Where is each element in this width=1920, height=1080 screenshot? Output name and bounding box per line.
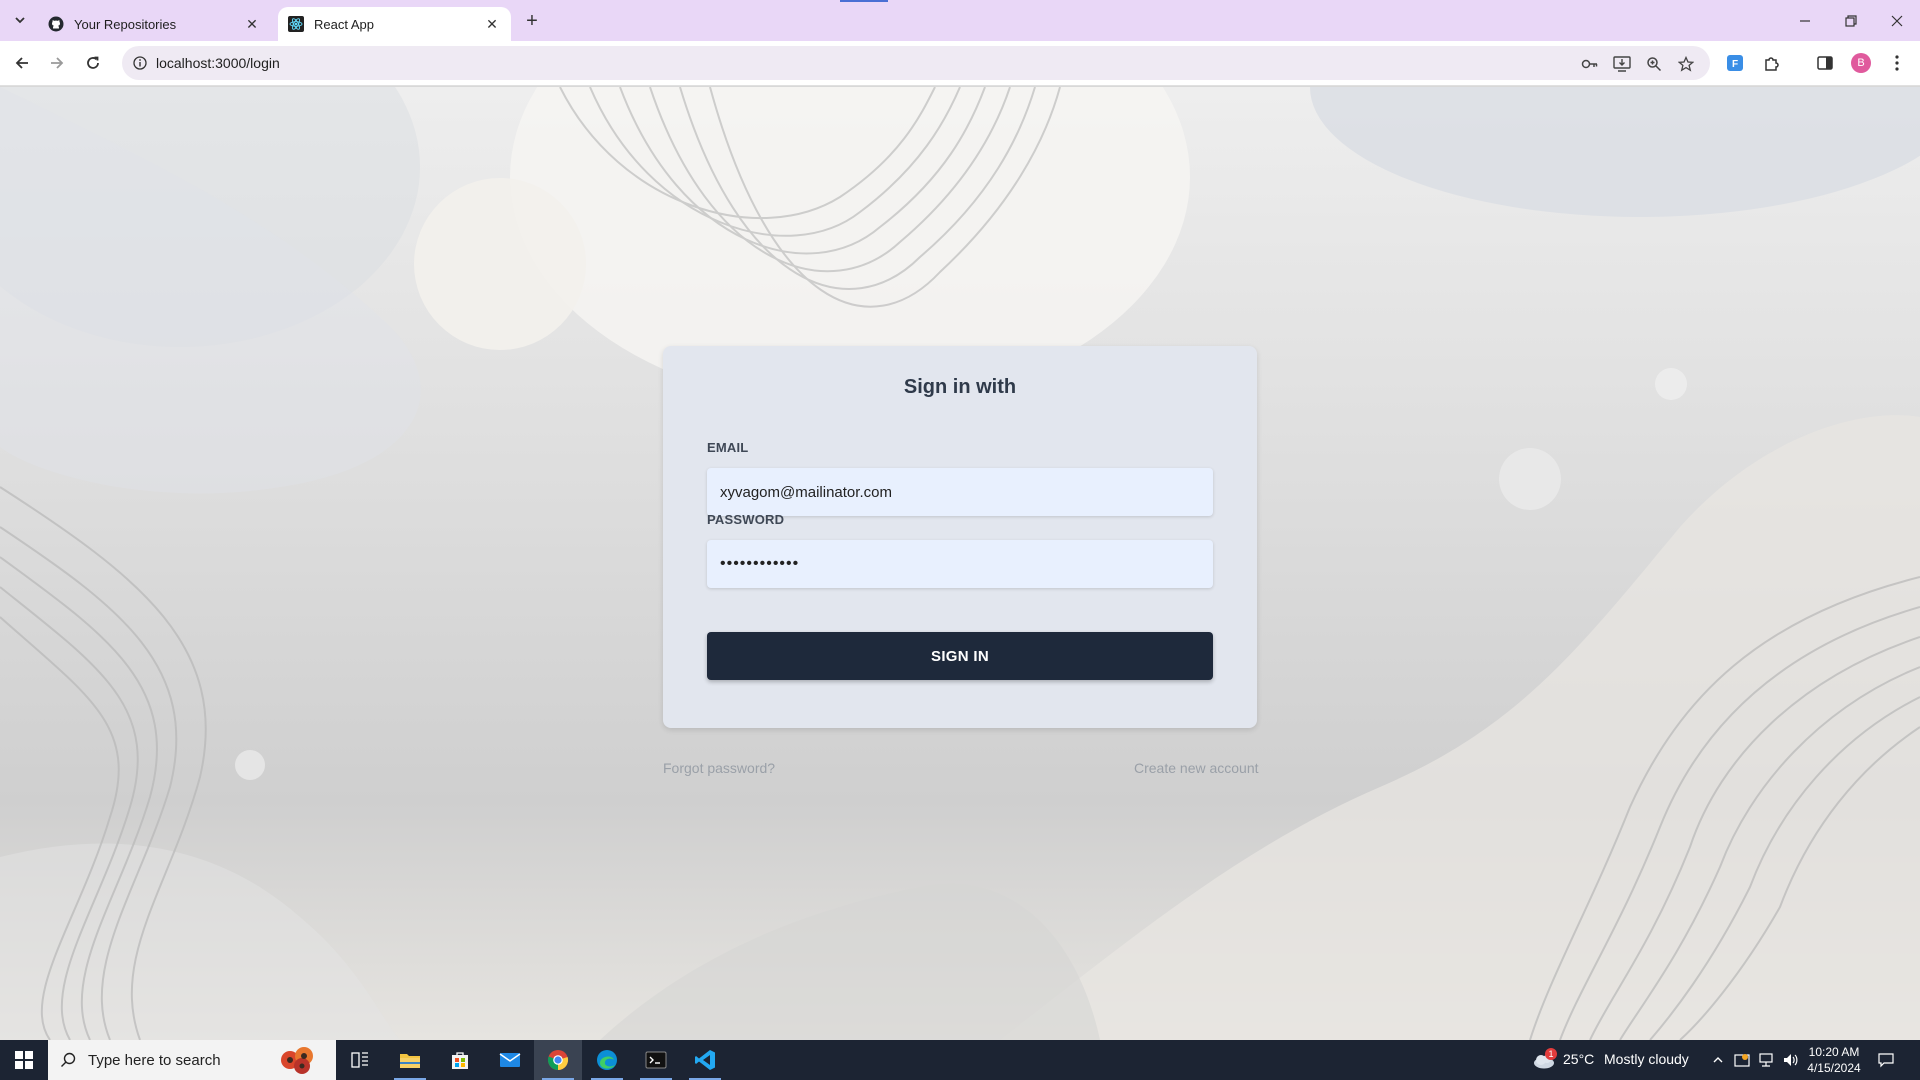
arrow-left-icon: [15, 57, 28, 69]
microsoft-store-app[interactable]: [436, 1040, 484, 1080]
clock-date: 4/15/2024: [1807, 1061, 1861, 1075]
install-app-icon[interactable]: [1611, 53, 1633, 75]
close-tab-icon[interactable]: ✕: [243, 15, 261, 33]
tab-your-repositories[interactable]: Your Repositories ✕: [38, 7, 271, 41]
extension-translate-icon[interactable]: F: [1723, 51, 1747, 75]
chevron-down-icon: [15, 17, 25, 24]
create-account-link[interactable]: Create new account: [1134, 760, 1259, 776]
email-label: EMAIL: [707, 440, 749, 455]
password-field[interactable]: [707, 540, 1213, 588]
restore-button[interactable]: [1828, 0, 1874, 41]
address-bar[interactable]: localhost:3000/login: [122, 46, 1710, 80]
tab-title: React App: [314, 16, 374, 32]
volume-icon[interactable]: [1780, 1050, 1800, 1070]
url-text: localhost:3000/login: [156, 55, 280, 71]
login-card: Sign in with EMAIL PASSWORD SIGN IN: [663, 346, 1257, 728]
notifications-icon[interactable]: [1876, 1050, 1896, 1070]
close-window-button[interactable]: [1874, 0, 1920, 41]
minimize-icon: [1800, 19, 1810, 22]
chrome-app[interactable]: [534, 1040, 582, 1080]
extensions-puzzle-icon[interactable]: [1760, 51, 1784, 75]
tab-loading-indicator: [840, 0, 888, 2]
system-clock[interactable]: 10:20 AM 4/15/2024: [1804, 1044, 1864, 1076]
reload-button[interactable]: [79, 49, 107, 77]
avatar: B: [1851, 53, 1871, 73]
windows-taskbar: Type here to search 1 25°C Mostly cloudy: [0, 1040, 1920, 1080]
search-placeholder: Type here to search: [88, 1051, 221, 1069]
terminal-app[interactable]: [632, 1040, 680, 1080]
forgot-password-link[interactable]: Forgot password?: [663, 760, 775, 776]
weather-badge: 1: [1545, 1048, 1557, 1060]
react-icon: [288, 16, 304, 32]
arrow-right-icon: [51, 57, 64, 69]
mail-icon: [499, 1053, 521, 1067]
task-view-icon: [351, 1052, 368, 1068]
search-highlight-icon: [281, 1047, 313, 1074]
taskbar-search[interactable]: Type here to search: [48, 1040, 336, 1080]
browser-toolbar: localhost:3000/login F B: [0, 41, 1920, 86]
edge-icon: [597, 1050, 617, 1070]
weather-condition[interactable]: Mostly cloudy: [1604, 1051, 1689, 1067]
tab-search-button[interactable]: [8, 8, 32, 32]
mail-app[interactable]: [486, 1040, 534, 1080]
password-label: PASSWORD: [707, 512, 785, 527]
close-icon: [1891, 15, 1903, 26]
tab-strip: Your Repositories ✕ React App ✕ +: [0, 0, 1920, 41]
site-info-icon[interactable]: [130, 53, 150, 73]
new-tab-button[interactable]: +: [519, 8, 545, 34]
chrome-icon: [547, 1050, 569, 1071]
search-icon: [48, 1052, 88, 1068]
svg-text:F: F: [1732, 59, 1738, 70]
login-title: Sign in with: [903, 376, 1017, 398]
terminal-icon: [645, 1051, 667, 1069]
forward-button[interactable]: [43, 49, 71, 77]
github-icon: [48, 16, 64, 32]
edge-app[interactable]: [583, 1040, 631, 1080]
start-button[interactable]: [0, 1040, 48, 1080]
weather-temperature[interactable]: 25°C: [1563, 1051, 1594, 1067]
network-icon[interactable]: [1756, 1050, 1776, 1070]
close-tab-icon[interactable]: ✕: [483, 15, 501, 33]
minimize-button[interactable]: [1782, 0, 1828, 41]
file-explorer-app[interactable]: [386, 1040, 434, 1080]
restore-icon: [1845, 14, 1857, 27]
email-field[interactable]: [707, 468, 1213, 516]
folder-icon: [400, 1054, 420, 1068]
reload-icon: [87, 56, 99, 69]
tab-title: Your Repositories: [74, 16, 177, 32]
store-bag-icon: [452, 1052, 468, 1069]
side-panel-icon[interactable]: [1813, 51, 1837, 75]
clock-time: 10:20 AM: [1808, 1045, 1860, 1059]
bookmark-star-icon[interactable]: [1675, 53, 1697, 75]
zoom-icon[interactable]: [1643, 53, 1665, 75]
vscode-icon: [695, 1050, 715, 1070]
sign-in-button[interactable]: SIGN IN: [707, 632, 1213, 680]
chevron-up-icon[interactable]: [1708, 1050, 1728, 1070]
windows-logo-icon: [15, 1051, 33, 1069]
profile-initial: B: [1857, 57, 1865, 69]
back-button[interactable]: [8, 49, 36, 77]
password-key-icon[interactable]: [1579, 53, 1601, 75]
login-page: Sign in with EMAIL PASSWORD SIGN IN Forg…: [0, 87, 1920, 1040]
kebab-menu-icon: [1895, 55, 1899, 71]
profile-button[interactable]: B: [1849, 51, 1873, 75]
tab-react-app[interactable]: React App ✕: [278, 7, 511, 41]
vscode-app[interactable]: [681, 1040, 729, 1080]
chrome-menu-button[interactable]: [1885, 51, 1909, 75]
task-view-button[interactable]: [336, 1040, 384, 1080]
security-icon[interactable]: [1732, 1050, 1752, 1070]
